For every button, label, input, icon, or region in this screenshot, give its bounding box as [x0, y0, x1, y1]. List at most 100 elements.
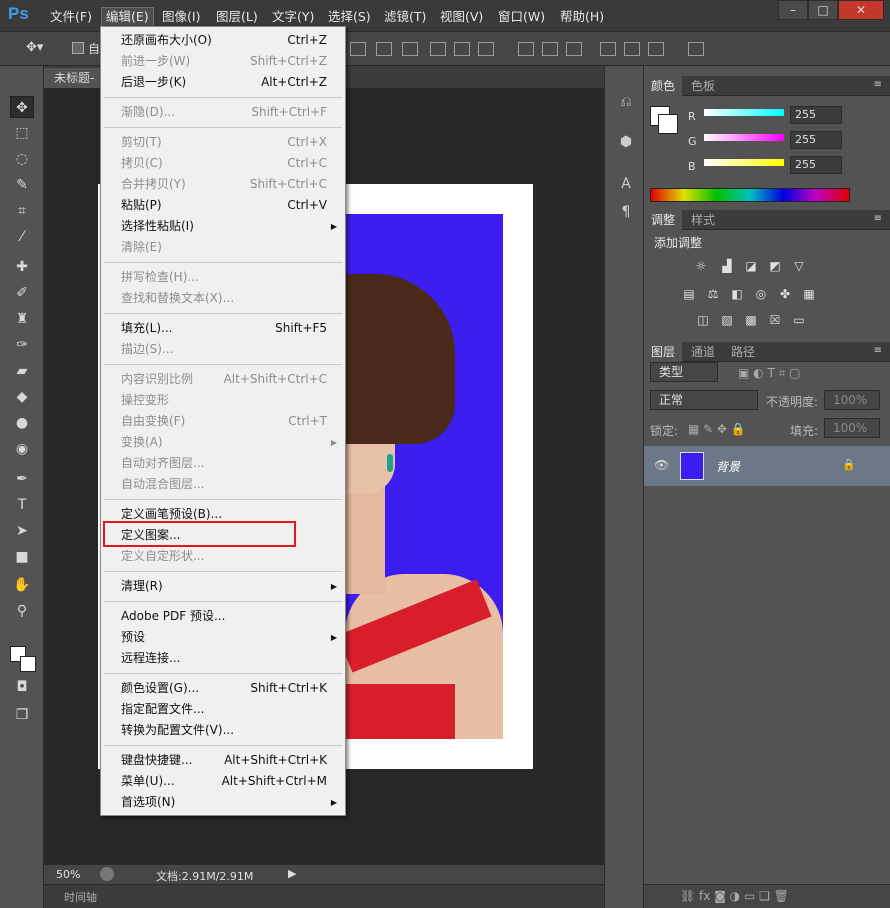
b-slider[interactable] — [704, 159, 784, 166]
distribute-bottom-icon[interactable] — [566, 42, 582, 56]
marquee-tool-icon[interactable]: ⬚ — [10, 122, 34, 144]
brush-tool-icon[interactable]: ✐ — [10, 282, 34, 304]
menu-item[interactable]: 清除(E) — [101, 237, 345, 258]
layer-row[interactable]: 👁 背景 🔒 — [644, 446, 890, 486]
3d-panel-icon[interactable]: ⬢ — [615, 132, 637, 152]
menu-select[interactable]: 选择(S) — [324, 8, 375, 26]
align-vcenter-icon[interactable] — [376, 42, 392, 56]
gradient-map-icon[interactable]: ▭ — [790, 312, 808, 328]
menu-item[interactable]: 渐隐(D)... Shift+Ctrl+F — [101, 102, 345, 123]
color-spectrum[interactable] — [650, 188, 850, 202]
quick-select-tool-icon[interactable]: ✎ — [10, 174, 34, 196]
align-left-icon[interactable] — [430, 42, 446, 56]
shape-tool-icon[interactable]: ■ — [10, 546, 34, 568]
maximize-button[interactable]: □ — [808, 0, 838, 20]
adjust-menu-icon[interactable]: ≡ — [874, 213, 882, 224]
pen-tool-icon[interactable]: ✒ — [10, 468, 34, 490]
menu-item[interactable]: 远程连接... — [101, 648, 345, 669]
photo-filter-icon[interactable]: ◎ — [752, 286, 770, 302]
tab-layers[interactable]: 图层 — [644, 342, 683, 362]
screen-mode-icon[interactable]: ❐ — [10, 704, 34, 726]
path-selection-tool-icon[interactable]: ➤ — [10, 520, 34, 542]
auto-align-icon[interactable] — [688, 42, 704, 56]
invert-icon[interactable]: ◫ — [694, 312, 712, 328]
menu-image[interactable]: 图像(I) — [158, 8, 204, 26]
panel-menu-icon[interactable]: ≡ — [874, 79, 882, 90]
tab-adjustments[interactable]: 调整 — [644, 210, 683, 230]
distribute-vcenter-icon[interactable] — [542, 42, 558, 56]
type-tool-icon[interactable]: T — [10, 494, 34, 516]
g-slider[interactable] — [704, 134, 784, 141]
selective-color-icon[interactable]: ☒ — [766, 312, 784, 328]
layer-filter-icons[interactable]: ▣ ◐ T ⌗ ▢ — [738, 366, 801, 381]
menu-item[interactable]: 首选项(N) ▶ — [101, 792, 345, 813]
move-tool-preset-icon[interactable]: ✥▾ — [26, 40, 43, 55]
background-color-swatch[interactable] — [20, 656, 36, 672]
threshold-icon[interactable]: ▩ — [742, 312, 760, 328]
menu-item[interactable]: 拷贝(C) Ctrl+C — [101, 153, 345, 174]
menu-file[interactable]: 文件(F) — [46, 8, 96, 26]
menu-window[interactable]: 窗口(W) — [494, 8, 549, 26]
distribute-left-icon[interactable] — [600, 42, 616, 56]
align-top-icon[interactable] — [350, 42, 366, 56]
tab-channels[interactable]: 通道 — [684, 342, 722, 362]
menu-item[interactable]: 内容识别比例 Alt+Shift+Ctrl+C — [101, 369, 345, 390]
align-right-icon[interactable] — [478, 42, 494, 56]
paragraph-panel-icon[interactable]: ¶ — [615, 202, 637, 222]
clone-stamp-tool-icon[interactable]: ♜ — [10, 308, 34, 330]
menu-layer[interactable]: 图层(L) — [212, 8, 262, 26]
menu-item[interactable]: 描边(S)... — [101, 339, 345, 360]
history-panel-icon[interactable]: ⎌ — [615, 92, 637, 112]
crop-tool-icon[interactable]: ⌗ — [10, 200, 34, 222]
zoom-level[interactable]: 50% — [56, 868, 80, 881]
lasso-tool-icon[interactable]: ◌ — [10, 148, 34, 170]
menu-item[interactable]: 转换为配置文件(V)... — [101, 720, 345, 741]
r-value[interactable]: 255 — [790, 106, 842, 124]
menu-item[interactable]: 查找和替换文本(X)... — [101, 288, 345, 309]
menu-item[interactable]: 指定配置文件... — [101, 699, 345, 720]
dodge-tool-icon[interactable]: ◉ — [10, 438, 34, 460]
lock-icons[interactable]: ▦ ✎ ✥ 🔒 — [688, 422, 746, 436]
distribute-right-icon[interactable] — [648, 42, 664, 56]
menu-item[interactable]: 选择性粘贴(I) ▶ — [101, 216, 345, 237]
healing-brush-tool-icon[interactable]: ✚ — [10, 256, 34, 278]
g-value[interactable]: 255 — [790, 131, 842, 149]
tab-styles[interactable]: 样式 — [684, 210, 722, 230]
menu-item[interactable]: 操控变形 — [101, 390, 345, 411]
distribute-top-icon[interactable] — [518, 42, 534, 56]
menu-item[interactable]: 自由变换(F) Ctrl+T — [101, 411, 345, 432]
menu-item[interactable]: 自动混合图层... — [101, 474, 345, 495]
align-bottom-icon[interactable] — [402, 42, 418, 56]
move-tool-icon[interactable]: ✥ — [10, 96, 34, 118]
menu-item[interactable]: 还原画布大小(O) Ctrl+Z — [101, 30, 345, 51]
menu-item[interactable]: 前进一步(W) Shift+Ctrl+Z — [101, 51, 345, 72]
eraser-tool-icon[interactable]: ▰ — [10, 360, 34, 382]
menu-item[interactable]: Adobe PDF 预设... — [101, 606, 345, 627]
menu-item[interactable]: 合并拷贝(Y) Shift+Ctrl+C — [101, 174, 345, 195]
tab-color[interactable]: 颜色 — [644, 76, 683, 96]
menu-help[interactable]: 帮助(H) — [556, 8, 608, 26]
history-brush-tool-icon[interactable]: ✑ — [10, 334, 34, 356]
eyedropper-tool-icon[interactable]: ⁄ — [10, 226, 34, 248]
menu-filter[interactable]: 滤镜(T) — [380, 8, 430, 26]
status-arrow-icon[interactable]: ▶ — [288, 867, 296, 880]
menu-item[interactable]: 键盘快捷键... Alt+Shift+Ctrl+K — [101, 750, 345, 771]
menu-item[interactable]: 清理(R) ▶ — [101, 576, 345, 597]
color-balance-icon[interactable]: ⚖ — [704, 286, 722, 302]
menu-view[interactable]: 视图(V) — [436, 8, 487, 26]
levels-icon[interactable]: ▟ — [718, 258, 736, 274]
curves-icon[interactable]: ◪ — [742, 258, 760, 274]
align-hcenter-icon[interactable] — [454, 42, 470, 56]
hue-saturation-icon[interactable]: ▤ — [680, 286, 698, 302]
opacity-field[interactable]: 100% — [824, 390, 880, 410]
layer-filter-select[interactable]: 类型 — [650, 362, 718, 382]
menu-item[interactable]: 定义自定形状... — [101, 546, 345, 567]
character-panel-icon[interactable]: A — [615, 174, 637, 194]
menu-item[interactable]: 拼写检查(H)... — [101, 267, 345, 288]
menu-type[interactable]: 文字(Y) — [268, 8, 318, 26]
color-bg-swatch[interactable] — [658, 114, 678, 134]
black-white-icon[interactable]: ◧ — [728, 286, 746, 302]
quick-mask-icon[interactable]: ◘ — [10, 676, 34, 698]
menu-item[interactable]: 粘贴(P) Ctrl+V — [101, 195, 345, 216]
minimize-button[interactable]: – — [778, 0, 808, 20]
